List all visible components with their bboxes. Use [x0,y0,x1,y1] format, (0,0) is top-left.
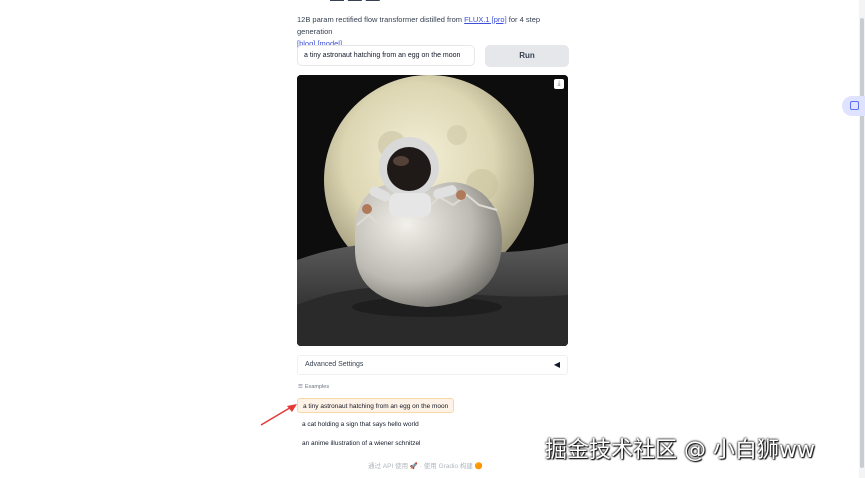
collapse-caret-icon[interactable]: ◀ [554,360,560,369]
page-scrollbar[interactable] [859,0,865,478]
examples-header: ☰ Examples [298,384,329,390]
advanced-settings-accordion[interactable]: Advanced Settings ◀ [297,355,568,375]
side-widget[interactable] [842,96,865,116]
annotation-arrow [260,404,297,426]
generated-image: ⤓ [297,75,568,346]
advanced-settings-label: Advanced Settings [305,361,364,368]
watermark: 掘金技术社区 @ 小白狮ww [545,438,815,463]
footer-links[interactable]: 通过 API 使用 🚀 · 使用 Gradio 构建 🟠 [368,460,483,470]
prompt-input[interactable] [297,45,475,66]
description-text: 12B param rectified flow transformer dis… [297,15,465,24]
astronaut-egg-moon-image [297,75,568,346]
scrollbar-thumb[interactable] [860,18,864,468]
example-item[interactable]: an anime illustration of a wiener schnit… [297,436,426,451]
example-item[interactable]: a tiny astronaut hatching from an egg on… [297,398,455,413]
flux-pro-link[interactable]: FLUX.1 [pro] [464,15,507,24]
page-title-cut: — — — [330,0,380,7]
bookmark-icon [850,101,859,110]
example-item[interactable]: a cat holding a sign that says hello wor… [297,417,424,432]
run-button[interactable]: Run [485,45,569,67]
download-icon[interactable]: ⤓ [554,79,564,89]
list-icon: ☰ [298,384,303,390]
examples-label: Examples [304,384,330,390]
